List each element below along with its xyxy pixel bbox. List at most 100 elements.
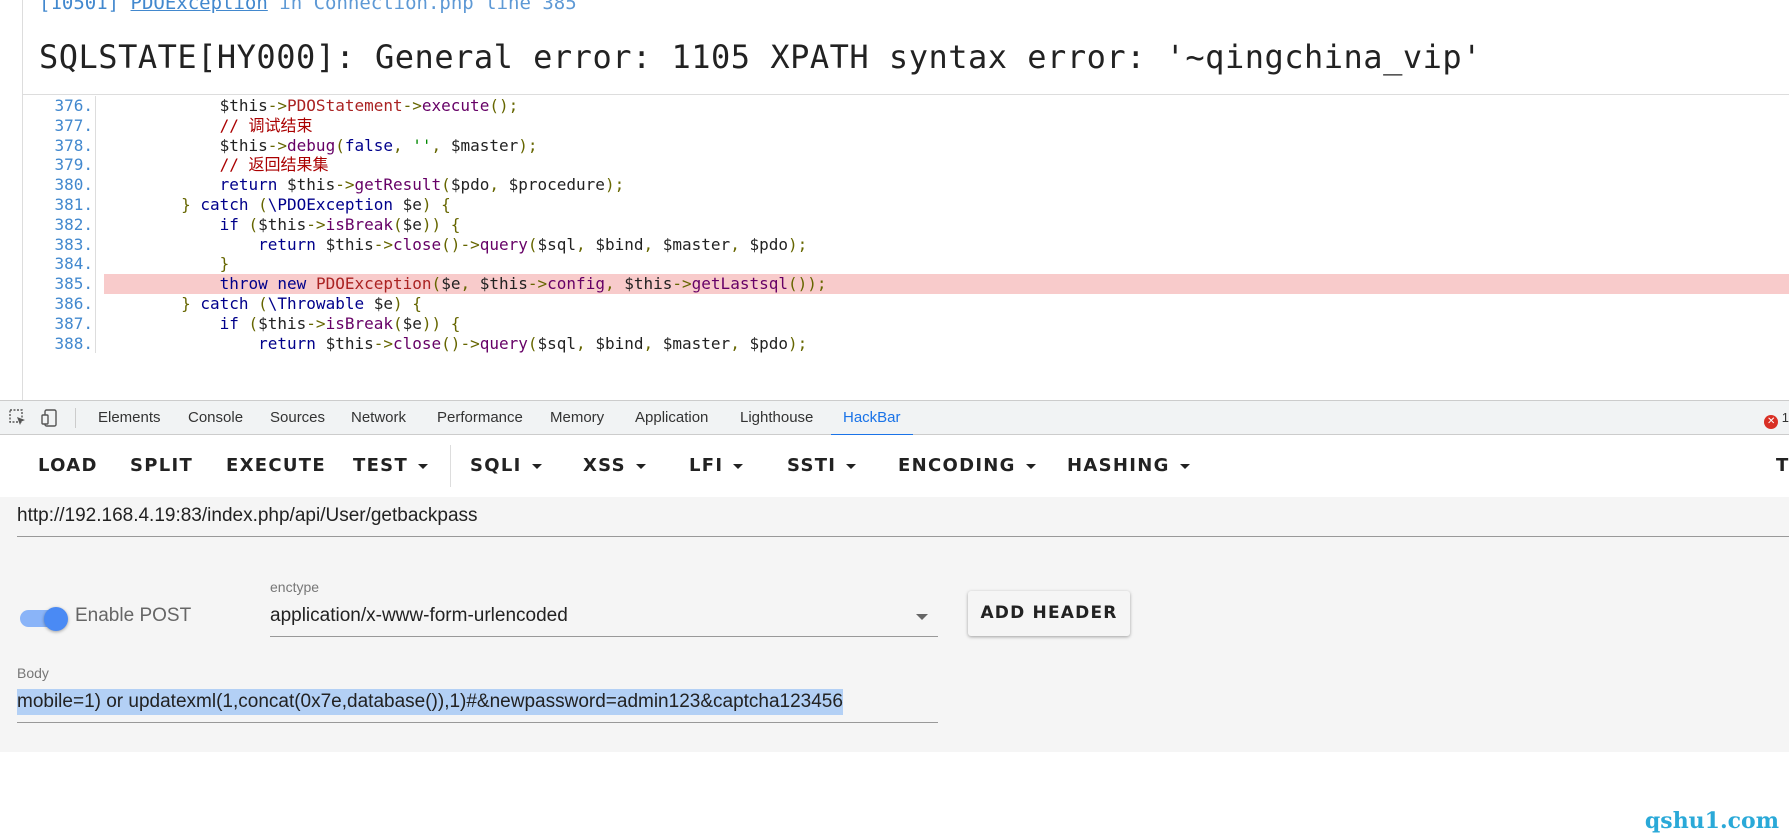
line-number: 386. (23, 294, 96, 314)
line-number: 378. (23, 135, 96, 156)
enctype-label: enctype (270, 579, 320, 595)
chevron-down-icon (733, 463, 744, 469)
device-toggle-icon[interactable] (41, 408, 61, 428)
line-number: 382. (23, 214, 96, 235)
enable-post-toggle[interactable] (18, 607, 68, 631)
error-code: [10501] (39, 0, 120, 14)
chevron-down-icon (418, 463, 429, 469)
line-number: 387. (23, 313, 96, 334)
source-line: 386. } catch (\Throwable $e) { (23, 294, 1789, 314)
exception-class-link[interactable]: PDOException (131, 0, 268, 14)
error-message: SQLSTATE[HY000]: General error: 1105 XPA… (39, 38, 1482, 76)
line-number: 384. (23, 254, 96, 275)
toggle-knob (44, 607, 68, 631)
chevron-down-icon[interactable] (916, 614, 928, 620)
line-code: if ($this->isBreak($e)) { (219, 313, 461, 333)
encoding-button[interactable]: ENCODING (898, 435, 1036, 497)
url-input[interactable]: http://192.168.4.19:83/index.php/api/Use… (17, 505, 478, 527)
test-button-label: TEST (353, 455, 409, 476)
inspect-icon[interactable] (8, 408, 28, 428)
tab-console[interactable]: Console (188, 401, 243, 435)
enctype-select[interactable]: enctype application/x-www-form-urlencode… (270, 579, 938, 637)
line-code: // 返回结果集 (219, 155, 329, 175)
error-location: [10501] PDOException in Connection.php l… (39, 0, 577, 14)
line-code: return $this->getResult($pdo, $procedure… (219, 175, 625, 195)
chevron-down-icon (635, 463, 646, 469)
tab-memory[interactable]: Memory (550, 401, 604, 435)
source-line-highlighted: 385. throw new PDOException($e, $this->c… (23, 274, 1789, 294)
source-line: 388. return $this->close()->query($sql, … (23, 333, 1789, 354)
body-label: Body (17, 665, 49, 681)
line-code: return $this->close()->query($sql, $bind… (258, 333, 808, 353)
hackbar-toolbar: LOAD SPLIT EXECUTE TEST SQLI XSS LFI SSTI ENCODI… (0, 435, 1789, 497)
chevron-down-icon (1179, 463, 1190, 469)
console-error-count[interactable]: ✕ 1 (1764, 410, 1789, 429)
add-header-button[interactable]: ADD HEADER (968, 591, 1130, 636)
enctype-value[interactable]: application/x-www-form-urlencoded (270, 605, 568, 627)
ssti-button[interactable]: SSTI (787, 435, 857, 497)
error-icon: ✕ (1764, 415, 1779, 429)
line-number: 381. (23, 195, 96, 215)
tab-elements[interactable]: Elements (98, 401, 161, 435)
body-field[interactable]: Body mobile=1) or updatexml(1,concat(0x7… (17, 665, 938, 723)
hackbar-overflow-button[interactable]: T (1776, 435, 1789, 497)
tab-network[interactable]: Network (351, 401, 406, 435)
error-page: [10501] PDOException in Connection.php l… (0, 0, 1789, 400)
tab-performance[interactable]: Performance (437, 401, 523, 435)
sqli-button[interactable]: SQLI (470, 435, 542, 497)
url-field[interactable]: http://192.168.4.19:83/index.php/api/Use… (17, 497, 1789, 537)
line-code: throw new PDOException($e, $this->config… (219, 274, 827, 294)
line-number: 383. (23, 234, 96, 255)
encoding-button-label: ENCODING (898, 455, 1016, 476)
ssti-button-label: SSTI (787, 455, 837, 476)
split-button-label: SPLIT (130, 455, 194, 476)
body-input[interactable]: mobile=1) or updatexml(1,concat(0x7e,dat… (17, 689, 843, 715)
source-line: 379. // 返回结果集 (23, 155, 1789, 176)
tab-lighthouse[interactable]: Lighthouse (740, 401, 813, 435)
line-code: $this->debug(false, '', $master); (219, 135, 538, 155)
source-line: 381. } catch (\PDOException $e) { (23, 195, 1789, 215)
line-number: 379. (23, 155, 96, 176)
hackbar-toolbar-divider (450, 445, 451, 487)
enable-post-label[interactable]: Enable POST (75, 605, 191, 627)
error-header: [10501] PDOException in Connection.php l… (22, 0, 1789, 95)
source-line: 378. $this->debug(false, '', $master); (23, 135, 1789, 156)
hackbar-form: http://192.168.4.19:83/index.php/api/Use… (0, 497, 1789, 834)
tab-sources[interactable]: Sources (270, 401, 325, 435)
tab-hackbar[interactable]: HackBar (831, 401, 912, 436)
line-number: 388. (23, 333, 96, 354)
chevron-down-icon (846, 463, 857, 469)
lfi-button[interactable]: LFI (689, 435, 744, 497)
hashing-button-label: HASHING (1067, 455, 1170, 476)
line-number: 385. (23, 274, 96, 294)
watermark: qshu1.com (1644, 808, 1779, 834)
line-code: // 调试结束 (219, 115, 313, 135)
error-file-line: in Connection.php line 385 (279, 0, 577, 14)
devtools-tab-bar: Elements Console Sources Network Performance… (0, 401, 1789, 436)
line-code: } catch (\Throwable $e) { (181, 294, 422, 313)
execute-button[interactable]: EXECUTE (226, 435, 326, 497)
execute-button-label: EXECUTE (226, 455, 326, 476)
devtools-panel: Elements Console Sources Network Performance… (0, 400, 1789, 834)
source-line: 376. $this->PDOStatement->execute(); (23, 96, 1789, 116)
split-button[interactable]: SPLIT (130, 435, 193, 497)
load-button-label: LOAD (38, 455, 98, 476)
error-count-value: 1 (1781, 410, 1789, 425)
source-code-viewer: 376. $this->PDOStatement->execute(); 377.… (22, 95, 1789, 400)
source-line: 383. return $this->close()->query($sql, … (23, 234, 1789, 255)
xss-button[interactable]: XSS (583, 435, 646, 497)
load-button[interactable]: LOAD (38, 435, 98, 497)
test-button[interactable]: TEST (353, 435, 429, 497)
line-code: return $this->close()->query($sql, $bind… (258, 234, 808, 254)
line-number: 377. (23, 115, 96, 136)
source-line: 387. if ($this->isBreak($e)) { (23, 313, 1789, 334)
line-number: 380. (23, 175, 96, 195)
hashing-button[interactable]: HASHING (1067, 435, 1190, 497)
sqli-button-label: SQLI (470, 455, 522, 476)
tab-application[interactable]: Application (635, 401, 708, 435)
line-code: $this->PDOStatement->execute(); (219, 96, 519, 115)
lfi-button-label: LFI (689, 455, 724, 476)
source-line: 382. if ($this->isBreak($e)) { (23, 214, 1789, 235)
source-line: 384. } (23, 254, 1789, 275)
chevron-down-icon (1025, 463, 1036, 469)
